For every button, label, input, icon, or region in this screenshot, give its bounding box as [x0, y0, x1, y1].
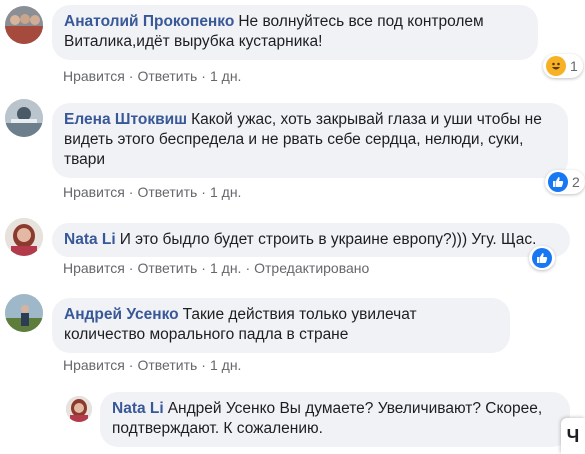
reply-link[interactable]: Ответить	[137, 357, 197, 373]
reaction-count: 1	[570, 58, 578, 74]
comment-bubble: Анатолий Прокопенко Не волнуйтесь все под…	[52, 5, 538, 60]
like-link[interactable]: Нравится	[63, 68, 125, 84]
avatar-photo-icon	[5, 6, 43, 44]
avatar[interactable]	[5, 294, 43, 332]
chat-tab-button[interactable]: Ч	[561, 418, 585, 454]
reaction-count: 2	[572, 174, 580, 190]
comment-author[interactable]: Nata Li	[112, 400, 164, 417]
comment-author[interactable]: Nata Li	[64, 231, 116, 248]
comment-author[interactable]: Елена Штоквиш	[64, 111, 187, 128]
comment-actions: Нравится · Ответить · 1 дн. · Отредактировано	[63, 260, 370, 276]
comment-author[interactable]: Андрей Усенко	[64, 306, 179, 323]
avatar[interactable]	[5, 99, 43, 137]
timestamp[interactable]: 1 дн.	[210, 68, 241, 84]
comment-bubble: Андрей Усенко Такие действия только увиле…	[52, 298, 510, 353]
comment-bubble: Елена Штоквиш Какой ужас, хоть закрывай г…	[52, 103, 568, 178]
reply-link[interactable]: Ответить	[137, 260, 197, 276]
avatar[interactable]	[5, 6, 43, 44]
reaction-badge[interactable]: 1	[543, 54, 583, 78]
comment-actions: Нравится · Ответить · 1 дн.	[63, 68, 242, 84]
comment-text: Андрей Усенко Вы думаете? Увеличивают? С…	[112, 400, 543, 437]
comment-actions: Нравится · Ответить · 1 дн.	[63, 184, 242, 200]
haha-icon	[546, 56, 566, 76]
comment-author[interactable]: Анатолий Прокопенко	[64, 13, 234, 30]
timestamp[interactable]: 1 дн.	[210, 260, 241, 276]
like-icon	[532, 248, 552, 268]
timestamp[interactable]: 1 дн.	[210, 184, 241, 200]
like-link[interactable]: Нравится	[63, 357, 125, 373]
like-link[interactable]: Нравится	[63, 184, 125, 200]
comment-bubble: Nata Li Андрей Усенко Вы думаете? Увеличи…	[100, 392, 570, 447]
reply-link[interactable]: Ответить	[137, 68, 197, 84]
reaction-badge[interactable]: 2	[545, 170, 585, 194]
like-link[interactable]: Нравится	[63, 260, 125, 276]
avatar[interactable]	[5, 218, 43, 256]
avatar[interactable]	[66, 396, 92, 422]
avatar-photo-icon	[5, 218, 43, 256]
like-icon	[548, 172, 568, 192]
avatar-photo-icon	[5, 99, 43, 137]
reaction-badge[interactable]	[529, 246, 555, 270]
edited-label[interactable]: Отредактировано	[254, 260, 369, 276]
avatar-photo-icon	[66, 396, 92, 422]
comment-actions: Нравится · Ответить · 1 дн.	[63, 357, 242, 373]
avatar-photo-icon	[5, 294, 43, 332]
timestamp[interactable]: 1 дн.	[210, 357, 241, 373]
comment-text: И это быдло будет строить в украине евро…	[119, 231, 537, 248]
reply-link[interactable]: Ответить	[137, 184, 197, 200]
comment-bubble: Nata Li И это быдло будет строить в украи…	[52, 223, 570, 257]
